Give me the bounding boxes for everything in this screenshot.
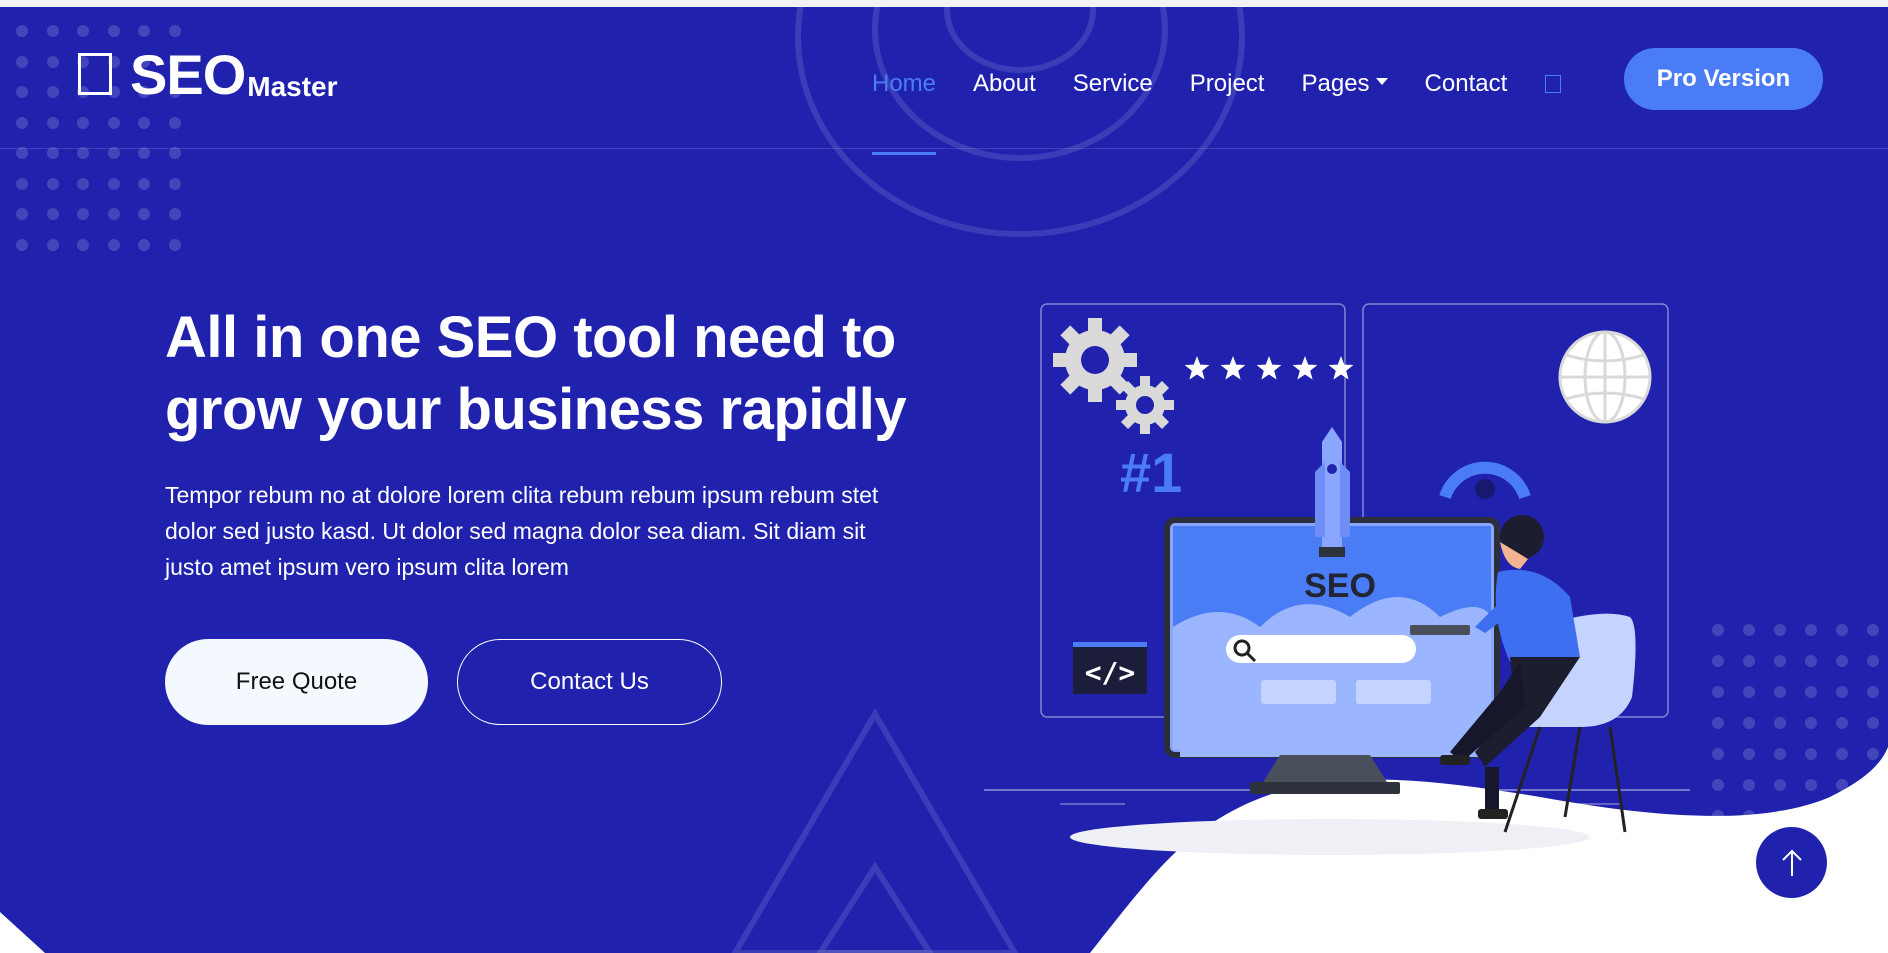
star-icon [1184,356,1210,380]
free-quote-button[interactable]: Free Quote [165,639,428,725]
gear-icon [1053,318,1174,434]
nav-item-pages-dropdown[interactable]: Pages [1301,70,1388,98]
brand-square-icon [78,53,112,95]
nav-item-service[interactable]: Service [1073,70,1153,98]
back-to-top-button[interactable] [1756,827,1827,898]
seo-illustration: #1 </> SEO [984,303,1690,855]
hero-description: Tempor rebum no at dolore lorem clita re… [165,482,879,580]
gauge-icon [1439,461,1531,500]
pro-version-button[interactable]: Pro Version [1624,48,1823,110]
hero-section: SEO Master Home About Service Project Pa… [0,7,1888,953]
hero-headline: All in one SEO tool need to grow your bu… [165,302,925,446]
brand-name-main: SEO [130,43,246,106]
globe-icon [1558,330,1652,424]
code-icon: </> [1073,642,1147,694]
brand-name-sub: Master [247,71,338,102]
nav-item-about[interactable]: About [973,70,1036,98]
contact-us-button[interactable]: Contact Us [457,639,722,725]
search-icon[interactable] [1545,75,1562,93]
nav-item-project[interactable]: Project [1190,70,1265,98]
star-rating [1184,356,1354,380]
nav-menu: Home About Service Project Pages Contact [872,67,1601,155]
code-label: </> [1085,656,1136,689]
star-icon [1256,356,1282,380]
nav-item-home[interactable]: Home [872,70,937,155]
top-strip [0,0,1888,7]
navbar: SEO Master Home About Service Project Pa… [0,7,1888,155]
star-icon [1292,356,1318,380]
rank-number-label: #1 [1120,441,1182,504]
star-icon [1220,356,1246,380]
hero-headline-line-1: All in one SEO tool need to [165,305,896,370]
brand-logo[interactable]: SEO Master [78,47,338,103]
seo-label: SEO [1304,567,1376,605]
nav-item-contact[interactable]: Contact [1425,70,1508,98]
star-icon [1328,356,1354,380]
arrow-up-icon [1781,849,1802,876]
chevron-down-icon [1375,78,1388,86]
hero-headline-line-2: grow your business rapidly [165,377,907,442]
nav-item-pages-label: Pages [1301,70,1370,97]
